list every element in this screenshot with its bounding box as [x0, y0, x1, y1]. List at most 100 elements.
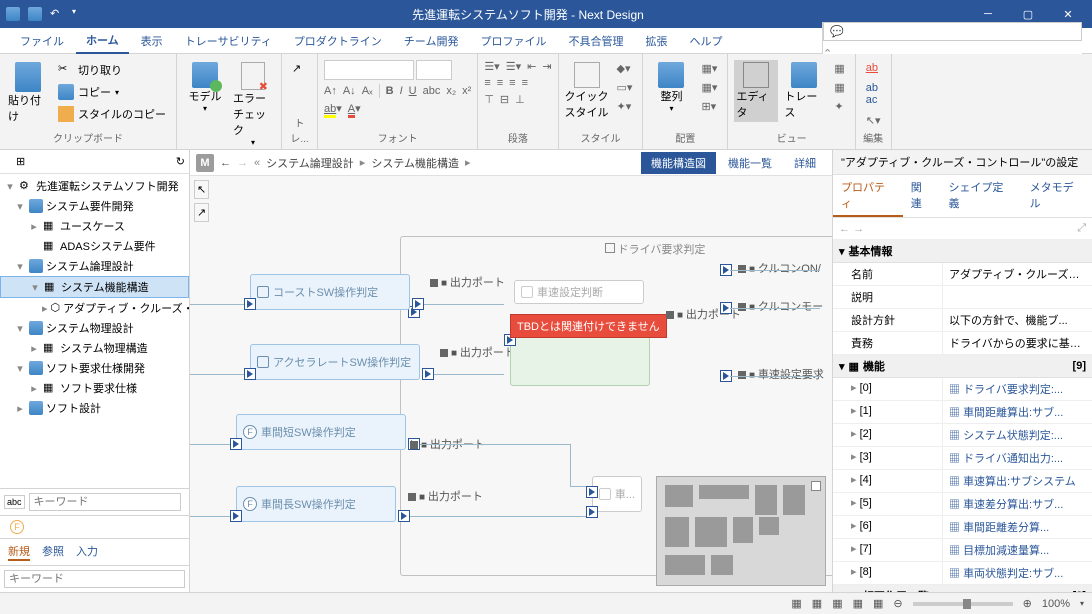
ptab-property[interactable]: プロパティ [833, 175, 903, 217]
block-long-in[interactable] [230, 510, 242, 522]
tree-n5[interactable]: ▸ソフト設計 [0, 398, 189, 418]
italic-button[interactable]: I [400, 85, 403, 97]
tree-n1[interactable]: ▾システム要件開発 [0, 196, 189, 216]
subscript-button[interactable]: x₂ [446, 85, 456, 97]
block-speed[interactable]: 車速設定判断 [514, 280, 644, 304]
tree-n2b[interactable]: ▸⬡アダプティブ・クルーズ・... [0, 298, 189, 318]
stylecopy-button[interactable]: スタイルのコピー [54, 104, 170, 124]
fontcolor-button[interactable]: A▾ [348, 102, 361, 115]
model-button[interactable]: モデル▾ [183, 60, 227, 115]
valign-top-button[interactable]: ⊤ [484, 93, 494, 106]
align-justify-button[interactable]: ≡ [522, 77, 528, 89]
bring-front-button[interactable]: ▦▾ [697, 60, 721, 77]
crumb-a[interactable]: システム論理設計 [266, 155, 354, 171]
editor-view-button[interactable]: エディタ [734, 60, 778, 122]
save-icon[interactable] [28, 7, 42, 21]
tab-new[interactable]: 新規 [8, 543, 30, 561]
status-icon3[interactable]: ▦ [832, 597, 842, 610]
valign-bot-button[interactable]: ⊥ [515, 93, 525, 106]
new-icon[interactable] [6, 7, 20, 21]
nav-icon3[interactable]: ⊞ [16, 155, 25, 168]
tree-n2a[interactable]: ▾▦システム機能構造 [0, 276, 189, 298]
viewtab-diagram[interactable]: 機能構造図 [641, 152, 716, 174]
tab-product[interactable]: プロダクトライン [284, 29, 392, 53]
diagram-canvas[interactable]: ↖ ↗ ドライバ要求判定 コーストSW操作判定 ■ 出力ポート アクセラレートS… [190, 176, 832, 592]
trace-arrow-button[interactable]: ↗ [288, 60, 305, 77]
tab-defect[interactable]: 不具合管理 [558, 29, 633, 53]
send-back-button[interactable]: ▦▾ [697, 79, 721, 96]
prow-f3[interactable]: ▸ [3]▦ ドライバ通知出力:... [833, 447, 1092, 470]
numbering-button[interactable]: ☰▾ [506, 60, 521, 73]
indent-dec-button[interactable]: ⇤ [527, 60, 536, 73]
prow-f0[interactable]: ▸ [0]▦ ドライバ要求判定:... [833, 378, 1092, 401]
block-long-out[interactable] [398, 510, 410, 522]
block-right-in2[interactable] [586, 506, 598, 518]
bullets-button[interactable]: ☰▾ [484, 60, 499, 73]
tab-home[interactable]: ホーム [76, 28, 129, 54]
tree-n2[interactable]: ▾システム論理設計 [0, 256, 189, 276]
block-coast[interactable]: コーストSW操作判定 [250, 274, 410, 310]
prow-f2[interactable]: ▸ [2]▦ システム状態判定:... [833, 424, 1092, 447]
tab-help[interactable]: ヘルプ [679, 29, 732, 53]
prow-f1[interactable]: ▸ [1]▦ 車間距離算出:サブ... [833, 401, 1092, 424]
prow-name[interactable]: 名前アダプティブ・クルーズ・コン... [833, 263, 1092, 286]
align-button[interactable]: 整列▾ [649, 60, 693, 115]
viewtab-list[interactable]: 機能一覧 [718, 152, 782, 174]
block-right[interactable]: 車... [592, 476, 642, 512]
block-short-in[interactable] [230, 438, 242, 450]
align-left-button[interactable]: ≡ [484, 77, 490, 89]
port-out1[interactable]: ■ 出力ポート [430, 274, 505, 290]
prow-f8[interactable]: ▸ [8]▦ 車両状態判定:サブ... [833, 562, 1092, 585]
zoom-in-button[interactable]: ⊕ [1023, 597, 1032, 610]
port-out2[interactable]: ■ 出力ポート [440, 344, 515, 360]
view-btn2[interactable]: ▦ [830, 79, 848, 96]
align-right-button[interactable]: ≡ [509, 77, 515, 89]
cut-button[interactable]: ✂切り取り [54, 60, 170, 80]
prow-f6[interactable]: ▸ [6]▦ 車間距離差分算... [833, 516, 1092, 539]
tab-ext[interactable]: 拡張 [635, 29, 677, 53]
tab-file[interactable]: ファイル [10, 29, 74, 53]
select-button[interactable]: ↖▾ [862, 112, 885, 129]
ptab-relation[interactable]: 関連 [903, 175, 941, 217]
bold-button[interactable]: B [386, 85, 394, 97]
prow-desc[interactable]: 説明 [833, 286, 1092, 309]
nav-fwd-button[interactable]: → [237, 157, 248, 169]
zoom-slider[interactable] [913, 602, 1013, 606]
quickstyle-button[interactable]: クイック スタイル [565, 60, 609, 122]
ptab-shape[interactable]: シェイプ定義 [940, 175, 1021, 217]
group-button[interactable]: ⊞▾ [697, 98, 721, 115]
tree-n1a[interactable]: ▸▦ユースケース [0, 216, 189, 236]
prow-f5[interactable]: ▸ [5]▦ 車速差分算出:サブ... [833, 493, 1092, 516]
superscript-button[interactable]: x² [462, 85, 471, 97]
tab-view[interactable]: 表示 [131, 29, 173, 53]
minimap-close[interactable] [811, 481, 821, 491]
tool-pointer[interactable]: ↖ [194, 180, 209, 199]
status-icon5[interactable]: ▦ [873, 597, 883, 610]
tab-trace[interactable]: トレーサビリティ [175, 29, 282, 53]
block-accel[interactable]: アクセラレートSW操作判定 [250, 344, 420, 380]
tab-ref[interactable]: 参照 [42, 543, 64, 561]
paste-button[interactable]: 貼り付け [6, 60, 50, 126]
tree-n3a[interactable]: ▸▦システム物理構造 [0, 338, 189, 358]
block-accel-out[interactable] [422, 368, 434, 380]
port-out4[interactable]: ■ 出力ポート [408, 488, 483, 504]
prow-f7[interactable]: ▸ [7]▦ 目標加減速量算... [833, 539, 1092, 562]
block-right-in[interactable] [586, 486, 598, 498]
tab-profile[interactable]: プロファイル [470, 29, 556, 53]
tool-link[interactable]: ↗ [194, 203, 209, 222]
block-short[interactable]: F車間短SW操作判定 [236, 414, 406, 450]
qat-dropdown-icon[interactable]: ▾ [72, 7, 86, 21]
tree-n1b[interactable]: ▦ADASシステム要件 [0, 236, 189, 256]
minimap[interactable] [656, 476, 826, 586]
pcat-basic[interactable]: ▾基本情報 [833, 240, 1092, 263]
strike-button[interactable]: abc [423, 85, 441, 97]
status-icon1[interactable]: ▦ [791, 597, 801, 610]
tab-in[interactable]: 入力 [76, 543, 98, 561]
grow-font-button[interactable]: A↑ [324, 85, 337, 97]
font-family-combo[interactable] [324, 60, 414, 80]
port-remote2[interactable]: ■ クルコンモー [738, 298, 823, 314]
pcat-interact[interactable]: ▾▦相互作用一覧[2] [833, 585, 1092, 592]
pcat-func[interactable]: ▾▦機能[9] [833, 355, 1092, 378]
viewtab-detail[interactable]: 詳細 [784, 152, 826, 174]
status-icon4[interactable]: ▦ [853, 597, 863, 610]
